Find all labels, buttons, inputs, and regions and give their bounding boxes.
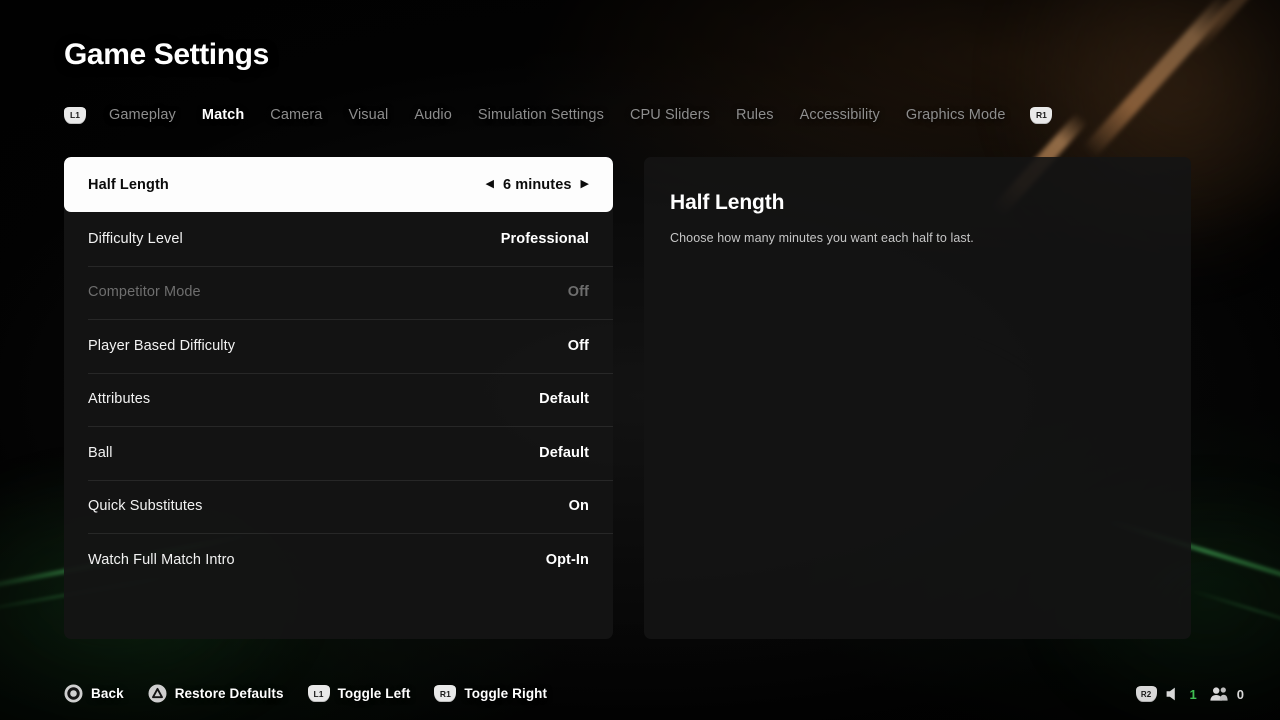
setting-row-half-length[interactable]: Half Length ◀ 6 minutes ▶ xyxy=(64,157,613,212)
setting-label: Competitor Mode xyxy=(88,284,201,301)
hint-back[interactable]: Back xyxy=(64,684,124,703)
players-count: 0 xyxy=(1236,686,1244,702)
hint-restore-defaults[interactable]: Restore Defaults xyxy=(148,684,284,703)
tab-cpu-sliders[interactable]: CPU Sliders xyxy=(617,104,723,126)
setting-value: Professional xyxy=(500,230,589,247)
r2-shoulder-icon[interactable]: R2 xyxy=(1135,686,1157,702)
tab-graphics-mode[interactable]: Graphics Mode xyxy=(893,104,1019,126)
hint-toggle-left[interactable]: L1 Toggle Left xyxy=(307,685,411,702)
settings-list-panel: Half Length ◀ 6 minutes ▶ Difficulty Lev… xyxy=(64,157,613,639)
setting-row-attributes[interactable]: Attributes Default xyxy=(64,372,613,427)
setting-row-difficulty-level[interactable]: Difficulty Level Professional xyxy=(64,212,613,266)
setting-value: Off xyxy=(567,337,589,354)
chevron-right-icon[interactable]: ▶ xyxy=(581,179,589,190)
circle-button-icon xyxy=(64,684,83,703)
hint-label: Restore Defaults xyxy=(174,686,284,701)
chevron-left-icon[interactable]: ◀ xyxy=(485,179,493,190)
status-indicator-bar: R2 1 0 xyxy=(1135,686,1244,702)
tab-gameplay[interactable]: Gameplay xyxy=(96,104,189,126)
button-hint-bar: Back Restore Defaults L1 Toggle Left R1 … xyxy=(64,684,547,703)
tab-match[interactable]: Match xyxy=(189,104,257,126)
setting-label: Attributes xyxy=(88,391,151,408)
r1-shoulder-icon: R1 xyxy=(434,685,457,702)
setting-row-watch-full-match-intro[interactable]: Watch Full Match Intro Opt-In xyxy=(64,533,613,587)
hint-label: Back xyxy=(91,686,124,701)
tab-simulation-settings[interactable]: Simulation Settings xyxy=(465,104,617,126)
setting-label: Watch Full Match Intro xyxy=(88,551,235,568)
setting-label: Difficulty Level xyxy=(88,230,183,247)
hint-toggle-right[interactable]: R1 Toggle Right xyxy=(434,685,547,702)
l1-shoulder-icon: L1 xyxy=(307,685,330,702)
setting-value: 6 minutes xyxy=(502,176,572,193)
half-length-stepper[interactable]: ◀ 6 minutes ▶ xyxy=(485,177,589,193)
tab-camera[interactable]: Camera xyxy=(257,104,335,126)
setting-label: Ball xyxy=(88,444,113,461)
page-title: Game Settings xyxy=(64,38,269,71)
players-icon[interactable] xyxy=(1209,686,1229,702)
setting-label: Half Length xyxy=(88,176,169,193)
setting-value: Off xyxy=(567,284,589,301)
tab-visual[interactable]: Visual xyxy=(335,104,401,126)
voice-count: 1 xyxy=(1189,686,1197,702)
setting-row-player-based-difficulty[interactable]: Player Based Difficulty Off xyxy=(64,319,613,373)
setting-value: On xyxy=(568,498,589,515)
setting-value: Default xyxy=(539,444,589,461)
detail-description: Choose how many minutes you want each ha… xyxy=(670,231,974,245)
tab-audio[interactable]: Audio xyxy=(401,104,465,126)
hint-label: Toggle Right xyxy=(464,686,548,701)
setting-label: Player Based Difficulty xyxy=(88,337,236,354)
tab-accessibility[interactable]: Accessibility xyxy=(787,104,893,126)
setting-value: Opt-In xyxy=(545,551,589,568)
speaker-icon[interactable] xyxy=(1165,686,1182,702)
tab-rules[interactable]: Rules xyxy=(723,104,787,126)
setting-row-ball[interactable]: Ball Default xyxy=(64,426,613,480)
settings-tab-bar: L1 Gameplay Match Camera Visual Audio Si… xyxy=(64,104,1053,126)
hint-label: Toggle Left xyxy=(337,686,411,701)
triangle-button-icon xyxy=(148,684,167,703)
setting-row-quick-substitutes[interactable]: Quick Substitutes On xyxy=(64,479,613,534)
setting-label: Quick Substitutes xyxy=(88,498,203,515)
setting-detail-panel: Half Length Choose how many minutes you … xyxy=(644,157,1191,639)
r1-shoulder-icon[interactable]: R1 xyxy=(1030,106,1053,124)
detail-title: Half Length xyxy=(670,191,785,214)
setting-value: Default xyxy=(539,391,589,408)
l1-shoulder-icon[interactable]: L1 xyxy=(64,106,86,124)
setting-row-competitor-mode: Competitor Mode Off xyxy=(64,265,613,320)
